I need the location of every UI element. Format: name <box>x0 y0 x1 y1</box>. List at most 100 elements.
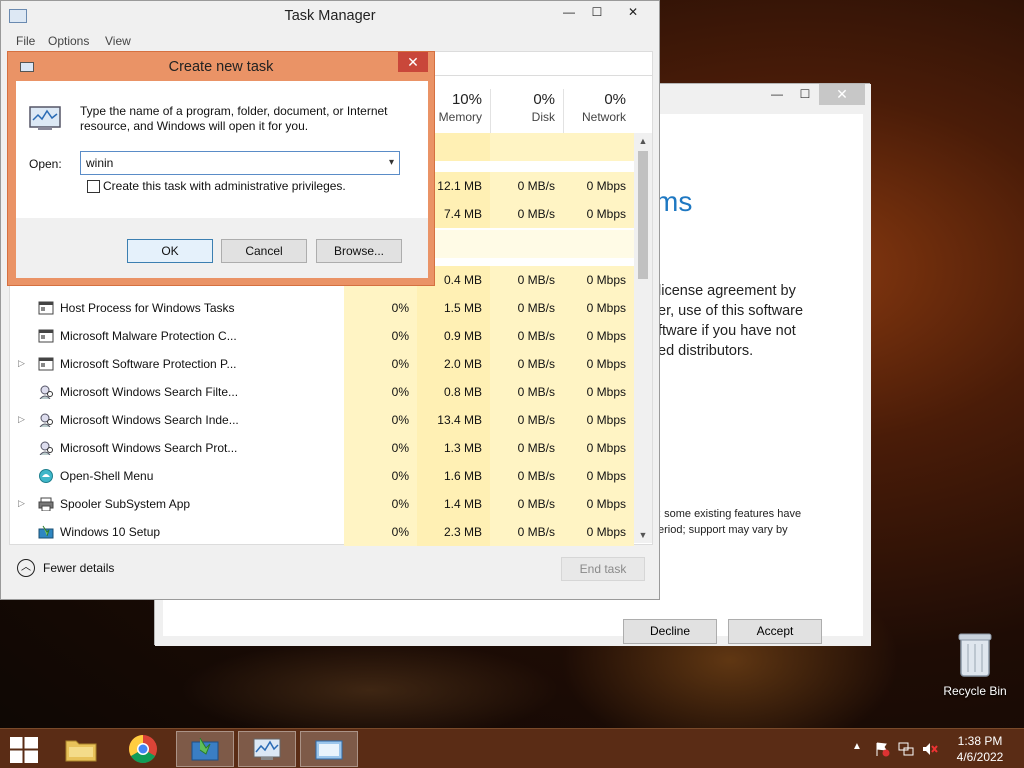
process-name: Microsoft Windows Search Prot... <box>60 441 238 455</box>
window-icon <box>38 301 54 315</box>
taskbar-task-manager[interactable] <box>238 731 296 767</box>
system-tray: ▲ <box>850 729 940 768</box>
cell-network: 0 Mbps <box>563 378 634 406</box>
dialog-body: Type the name of a program, folder, docu… <box>16 81 428 278</box>
network-icon[interactable] <box>898 741 914 757</box>
cell-disk: 0 MB/s <box>490 490 563 518</box>
cancel-button[interactable]: Cancel <box>221 239 307 263</box>
close-button[interactable]: ✕ <box>819 84 865 105</box>
run-program-icon <box>29 106 61 130</box>
cell-memory: 1.3 MB <box>417 434 490 462</box>
process-name: Microsoft Windows Search Filte... <box>60 385 239 399</box>
task-manager-titlebar[interactable]: Task Manager — ☐ ✕ <box>1 1 659 31</box>
scroll-down-icon[interactable]: ▼ <box>634 527 652 543</box>
cell-disk: 0 MB/s <box>490 322 563 350</box>
cell-cpu: 0% <box>344 462 417 490</box>
expand-arrow-icon[interactable]: ▷ <box>18 498 25 509</box>
wallpaper-glow <box>180 640 560 740</box>
cell-disk <box>490 230 563 258</box>
chrome-icon <box>129 735 157 763</box>
cell-network: 0 Mbps <box>563 350 634 378</box>
ok-button[interactable]: OK <box>127 239 213 263</box>
start-button-windows-icon[interactable] <box>10 737 38 763</box>
network-percent: 0% <box>604 91 626 108</box>
expand-arrow-icon[interactable]: ▷ <box>18 358 25 369</box>
cell-disk <box>490 133 563 161</box>
cell-disk: 0 MB/s <box>490 462 563 490</box>
end-task-button[interactable]: End task <box>561 557 645 581</box>
action-center-flag-icon[interactable] <box>874 741 890 757</box>
table-row[interactable]: Microsoft Windows Search Prot... 0% 1.3 MB… <box>10 434 634 462</box>
open-input[interactable] <box>80 151 400 175</box>
window-icon <box>38 329 54 343</box>
maximize-button[interactable]: ☐ <box>791 84 819 105</box>
table-row[interactable]: Windows 10 Setup 0% 2.3 MB 0 MB/s 0 Mbps <box>10 518 634 546</box>
cell-network: 0 Mbps <box>563 490 634 518</box>
cell-cpu: 0% <box>344 518 417 546</box>
search-user-icon <box>38 413 54 428</box>
admin-checkbox-label[interactable]: Create this task with administrative pri… <box>103 179 346 193</box>
taskbar-file-explorer[interactable] <box>52 731 110 767</box>
process-name: Microsoft Malware Protection C... <box>60 329 237 343</box>
disk-percent: 0% <box>533 91 555 108</box>
dialog-titlebar[interactable]: Create new task ✕ <box>8 52 434 80</box>
show-hidden-icons-icon[interactable]: ▲ <box>852 741 862 752</box>
clock[interactable]: 1:38 PM 4/6/2022 <box>946 733 1014 765</box>
cell-network: 0 Mbps <box>563 172 634 200</box>
table-row[interactable]: Host Process for Windows Tasks 0% 1.5 MB 0 … <box>10 294 634 322</box>
taskbar: ▲ 1:38 PM 4/6/2022 <box>0 728 1024 768</box>
menu-file[interactable]: File <box>16 34 35 48</box>
cell-cpu: 0% <box>344 490 417 518</box>
close-button[interactable]: ✕ <box>398 52 428 72</box>
cell-network: 0 Mbps <box>563 518 634 546</box>
table-row[interactable]: Microsoft Malware Protection C... 0% 0.9 M… <box>10 322 634 350</box>
cell-network: 0 Mbps <box>563 406 634 434</box>
volume-muted-icon[interactable] <box>922 741 938 757</box>
admin-checkbox[interactable] <box>87 180 100 193</box>
maximize-button[interactable]: ☐ <box>583 1 611 23</box>
taskbar-chrome[interactable] <box>114 731 172 767</box>
fewer-details-button[interactable]: ︿ Fewer details <box>17 559 177 579</box>
setup-icon <box>191 737 219 761</box>
cell-disk: 0 MB/s <box>490 518 563 546</box>
window-icon <box>38 357 54 371</box>
browse-button[interactable]: Browse... <box>316 239 402 263</box>
cell-cpu: 0% <box>344 322 417 350</box>
table-row[interactable]: ▷ Microsoft Windows Search Inde... 0% 13.4 … <box>10 406 634 434</box>
accept-button[interactable]: Accept <box>728 619 822 644</box>
expand-arrow-icon[interactable]: ▷ <box>18 414 25 425</box>
taskbar-setup[interactable] <box>176 731 234 767</box>
vertical-scrollbar[interactable]: ▲ ▼ <box>634 133 652 543</box>
scroll-thumb[interactable] <box>638 151 648 279</box>
scroll-up-icon[interactable]: ▲ <box>634 133 652 149</box>
network-label: Network <box>581 110 626 124</box>
process-name: Host Process for Windows Tasks <box>60 301 235 315</box>
cell-disk: 0 MB/s <box>490 434 563 462</box>
task-manager-footer: ︿ Fewer details End task <box>1 547 659 593</box>
column-header-disk[interactable]: 0% Disk <box>490 89 563 133</box>
cell-network: 0 Mbps <box>563 266 634 294</box>
fewer-details-label: Fewer details <box>43 561 115 575</box>
cell-memory: 0.9 MB <box>417 322 490 350</box>
chevron-down-icon[interactable]: ▾ <box>384 152 399 174</box>
taskbar-run-dialog[interactable] <box>300 731 358 767</box>
close-button[interactable]: ✕ <box>615 1 651 23</box>
decline-button[interactable]: Decline <box>623 619 717 644</box>
table-row[interactable]: Microsoft Windows Search Filte... 0% 0.8 M… <box>10 378 634 406</box>
cell-disk: 0 MB/s <box>490 172 563 200</box>
cell-network: 0 Mbps <box>563 434 634 462</box>
table-row[interactable]: ▷ Microsoft Software Protection P... 0% 2.0… <box>10 350 634 378</box>
table-row[interactable]: ▷ Spooler SubSystem App 0% 1.4 MB 0 MB/s 0 Mb… <box>10 490 634 518</box>
minimize-button[interactable]: — <box>555 1 583 23</box>
recycle-bin[interactable]: Recycle Bin <box>940 630 1010 700</box>
menu-view[interactable]: View <box>105 34 131 48</box>
dialog-title: Create new task <box>168 59 274 75</box>
table-row[interactable]: Open-Shell Menu 0% 1.6 MB 0 MB/s 0 Mbps <box>10 462 634 490</box>
column-header-network[interactable]: 0% Network <box>563 89 634 133</box>
minimize-button[interactable]: — <box>763 84 791 105</box>
search-user-icon <box>38 441 54 456</box>
menu-options[interactable]: Options <box>48 34 89 48</box>
cell-memory: 0.8 MB <box>417 378 490 406</box>
cell-network: 0 Mbps <box>563 322 634 350</box>
cell-cpu: 0% <box>344 378 417 406</box>
